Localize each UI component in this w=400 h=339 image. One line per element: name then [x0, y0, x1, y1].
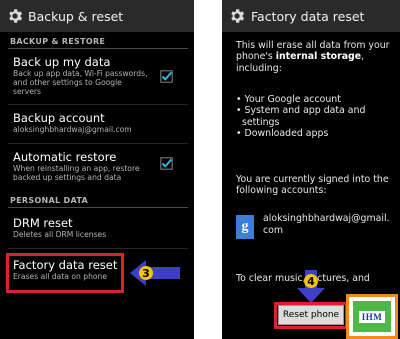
automatic-restore-checkbox[interactable]	[160, 157, 173, 170]
action-bar: Factory data reset	[222, 0, 400, 32]
ihm-logo: IHM	[346, 294, 398, 339]
step-4-arrow: 4	[297, 270, 325, 303]
step-3-label: 3	[142, 267, 150, 280]
pref-title: Back up my data	[13, 55, 111, 69]
settings-gear-icon[interactable]	[6, 7, 24, 25]
backup-reset-screen: Backup & reset BACKUP & RESTORE Back up …	[0, 0, 194, 339]
pref-title: Backup account	[13, 111, 105, 125]
section-divider	[8, 48, 188, 49]
google-account-icon: g	[236, 215, 254, 239]
logo-text: IHM	[358, 310, 386, 323]
pref-backup-account[interactable]: Backup account aloksinghbhardwaj@gmail.c…	[13, 111, 188, 134]
factory-data-reset-screen: Factory data reset This will erase all d…	[222, 0, 400, 339]
pref-summary: When reinstalling an app, restore backed…	[13, 164, 140, 183]
signed-in-text: You are currently signed into the follow…	[236, 174, 389, 197]
step-4-label: 4	[307, 275, 315, 288]
pref-summary: Back up app data, Wi-Fi passwords, and o…	[13, 69, 148, 97]
list-item: • Downloaded apps	[236, 127, 329, 139]
erase-warning: This will erase all data from your phone…	[236, 40, 392, 74]
pref-summary: Deletes all DRM licenses	[13, 230, 107, 239]
factory-reset-highlight	[6, 253, 124, 293]
divider	[8, 104, 188, 105]
logo-background: IHM	[353, 301, 391, 332]
pref-title: DRM reset	[13, 216, 73, 230]
reset-phone-button[interactable]: Reset phone	[278, 305, 344, 325]
list-item: settings	[236, 116, 280, 128]
page-title: Factory data reset	[251, 8, 365, 24]
divider	[8, 143, 188, 144]
list-item: • System and app data and	[236, 105, 366, 117]
divider	[8, 248, 188, 249]
settings-gear-icon[interactable]	[228, 7, 246, 25]
account-email: aloksinghbhardwaj@gmail.com	[263, 213, 390, 236]
step-3-arrow: 3	[130, 260, 180, 286]
page-title: Backup & reset	[28, 8, 124, 24]
pref-summary: aloksinghbhardwaj@gmail.com	[13, 125, 132, 134]
account-row: g aloksinghbhardwaj@gmail.com	[236, 213, 393, 239]
pref-drm-reset[interactable]: DRM reset Deletes all DRM licenses	[13, 216, 188, 239]
list-item: • Your Google account	[236, 94, 341, 105]
back-up-checkbox[interactable]	[160, 70, 173, 83]
erase-list: • Your Google account • System and app d…	[236, 94, 365, 139]
warning-bold: internal storage	[275, 51, 362, 63]
section-header-personal-data: PERSONAL DATA	[10, 196, 88, 205]
section-divider	[8, 207, 188, 208]
section-header-backup-restore: BACKUP & RESTORE	[10, 37, 106, 46]
action-bar: Backup & reset	[0, 0, 194, 32]
